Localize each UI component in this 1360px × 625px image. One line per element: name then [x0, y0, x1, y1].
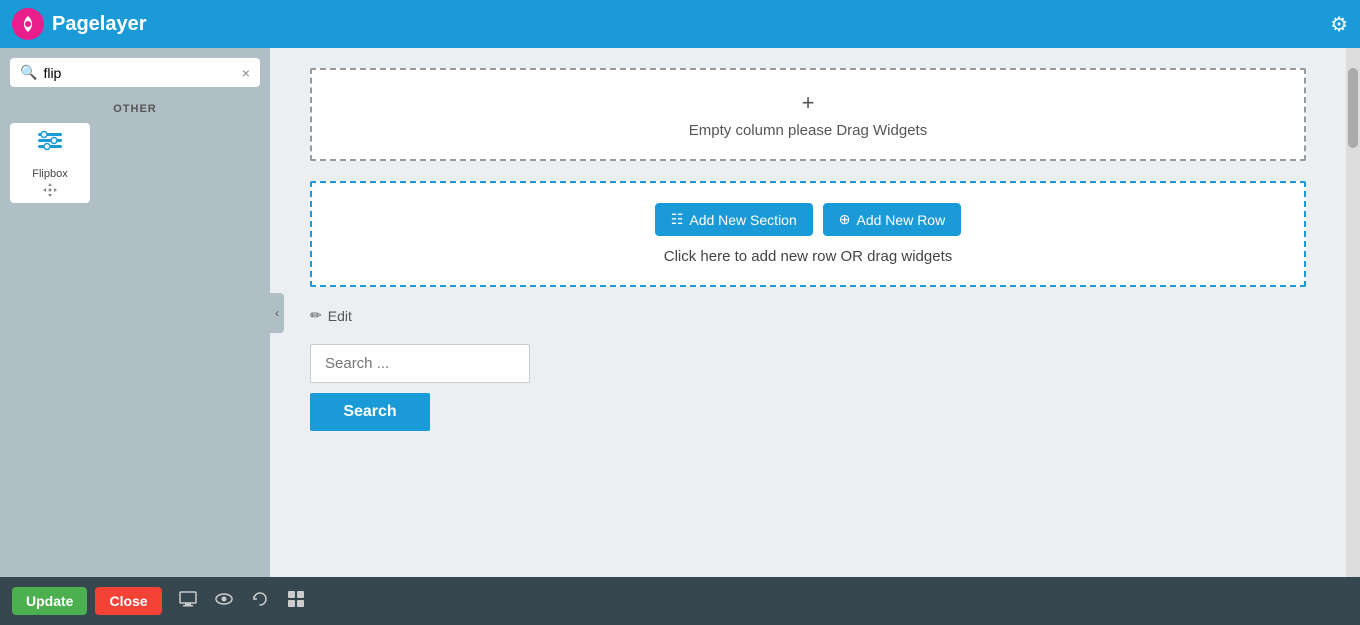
search-icon: 🔍	[20, 64, 37, 81]
search-widget-input[interactable]	[310, 344, 530, 383]
edit-label: Edit	[328, 308, 352, 324]
add-section-buttons: ☷ Add New Section ⊕ Add New Row	[655, 203, 961, 236]
widget-grid: Flipbox	[0, 123, 270, 203]
flipbox-icon	[34, 125, 66, 164]
update-button[interactable]: Update	[12, 587, 87, 615]
add-section-icon: ☷	[671, 211, 684, 228]
bottom-icons	[178, 589, 306, 614]
edit-pencil-icon: ✏	[310, 307, 322, 324]
search-bar: 🔍 ×	[10, 58, 260, 87]
add-new-row-button[interactable]: ⊕ Add New Row	[823, 203, 961, 236]
add-section-hint: Click here to add new row OR drag widget…	[664, 248, 952, 265]
monitor-icon[interactable]	[178, 589, 198, 614]
logo: Pagelayer	[12, 8, 147, 40]
app-title: Pagelayer	[52, 13, 147, 36]
empty-column-plus-icon: +	[802, 90, 815, 116]
search-widget: Search	[310, 344, 530, 431]
empty-column-box[interactable]: + Empty column please Drag Widgets	[310, 68, 1306, 161]
widget-label-flip: Flipbox	[32, 168, 67, 201]
close-button[interactable]: Close	[95, 587, 161, 615]
history-icon[interactable]	[250, 589, 270, 614]
edit-row: ✏ Edit	[310, 307, 1306, 324]
topbar: Pagelayer ⚙	[0, 0, 1360, 48]
logo-icon	[12, 8, 44, 40]
eye-icon[interactable]	[214, 589, 234, 614]
canvas-area: + Empty column please Drag Widgets ☷ Add…	[270, 48, 1346, 577]
add-new-section-button[interactable]: ☷ Add New Section	[655, 203, 813, 236]
empty-column-text: Empty column please Drag Widgets	[689, 122, 927, 139]
main-layout: 🔍 × OTHER Flipb	[0, 48, 1360, 577]
widget-item-flip[interactable]: Flipbox	[10, 123, 90, 203]
sidebar: 🔍 × OTHER Flipb	[0, 48, 270, 577]
search-widget-button[interactable]: Search	[310, 393, 430, 431]
add-section-area: ☷ Add New Section ⊕ Add New Row Click he…	[310, 181, 1306, 287]
scrollbar-thumb	[1348, 68, 1358, 148]
section-label: OTHER	[0, 103, 270, 115]
search-input[interactable]	[43, 65, 235, 81]
add-row-icon: ⊕	[839, 211, 851, 228]
clear-search-button[interactable]: ×	[242, 65, 250, 81]
right-scrollbar[interactable]	[1346, 48, 1360, 577]
settings-icon[interactable]: ⚙	[1330, 12, 1348, 37]
structure-icon[interactable]	[286, 589, 306, 614]
sidebar-collapse-handle[interactable]: ‹	[270, 293, 284, 333]
bottom-bar: Update Close	[0, 577, 1360, 625]
